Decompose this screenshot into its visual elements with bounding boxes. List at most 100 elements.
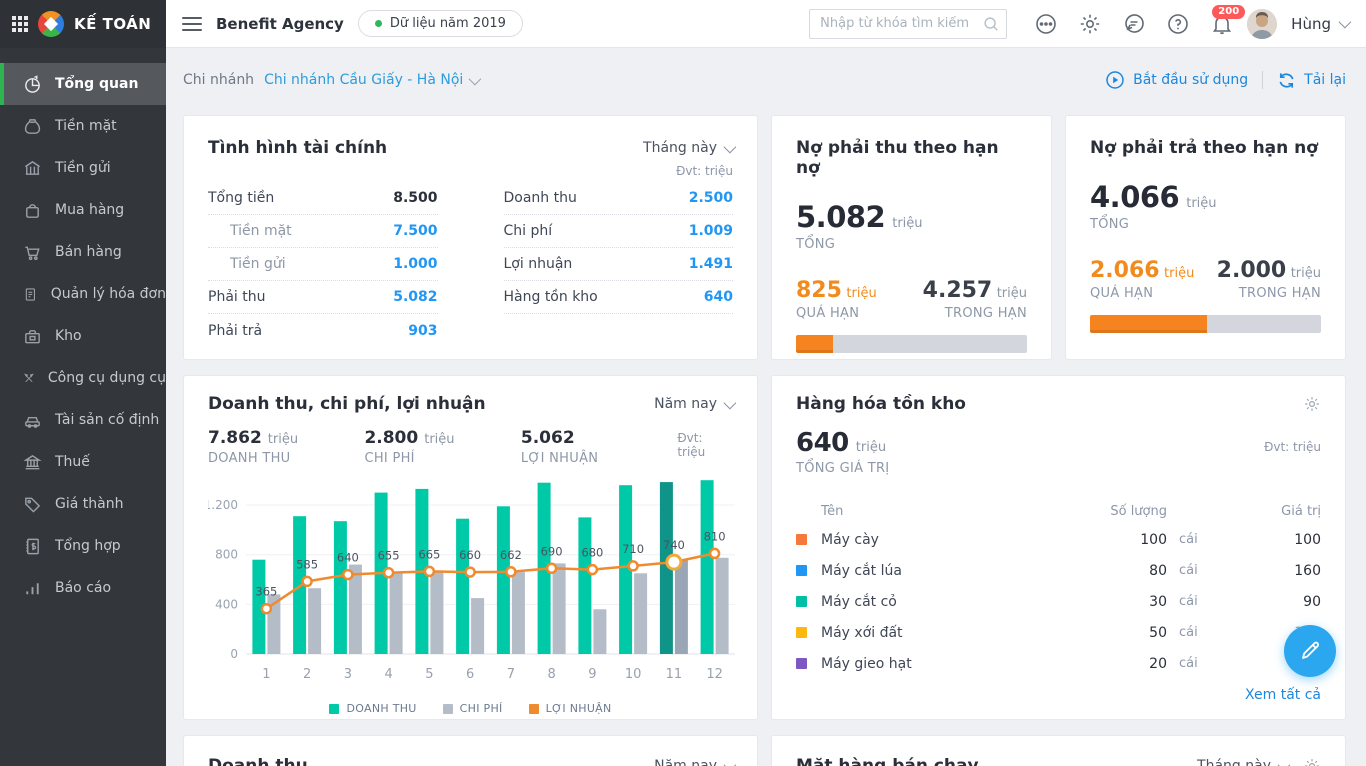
sidebar-item-warehouse[interactable]: Kho bbox=[0, 315, 166, 357]
svg-text:690: 690 bbox=[541, 544, 563, 558]
finance-row: Chi phí1.009 bbox=[504, 215, 734, 248]
chevron-down-icon bbox=[724, 758, 737, 766]
payable-total-label: TỔNG bbox=[1090, 217, 1321, 232]
user-name[interactable]: Hùng bbox=[1291, 15, 1331, 33]
unit-note: Đvt: triệu bbox=[677, 428, 733, 466]
legend-item-profit[interactable]: LỢI NHUẬN bbox=[529, 702, 612, 715]
svg-text:365: 365 bbox=[255, 585, 277, 599]
messages-button[interactable] bbox=[1115, 5, 1153, 43]
svg-text:8: 8 bbox=[547, 667, 555, 682]
branch-label: Chi nhánh bbox=[183, 72, 254, 88]
revenue-stub-title: Doanh thu bbox=[208, 756, 308, 766]
inventory-settings-button[interactable] bbox=[1303, 395, 1321, 413]
shopping-bag-icon bbox=[23, 201, 42, 220]
chart-period-dropdown[interactable]: Năm nay bbox=[654, 396, 733, 412]
revenue-expense-profit-card: Doanh thu, chi phí, lợi nhuận Năm nay 7.… bbox=[183, 375, 758, 720]
sidebar-item-reports[interactable]: Báo cáo bbox=[0, 567, 166, 609]
finance-row: Tiền mặt7.500 bbox=[208, 215, 438, 248]
finance-card-title: Tình hình tài chính bbox=[208, 138, 387, 158]
shopping-cart-icon bbox=[23, 243, 42, 262]
inventory-row[interactable]: Máy cày 100cái 100 bbox=[796, 524, 1321, 555]
sidebar-item-purchasing[interactable]: Mua hàng bbox=[0, 189, 166, 231]
inventory-row[interactable]: Máy cắt cỏ 30cái 90 bbox=[796, 586, 1321, 617]
hamburger-icon[interactable] bbox=[182, 17, 202, 31]
app-grid-icon[interactable] bbox=[12, 16, 28, 32]
legend-item-revenue[interactable]: DOANH THU bbox=[329, 702, 416, 715]
legend-swatch bbox=[443, 704, 453, 714]
sidebar-nav: Tổng quan Tiền mặt Tiền gửi Mua hàng Bán… bbox=[0, 48, 166, 609]
svg-text:5: 5 bbox=[425, 667, 433, 682]
sidebar-item-label: Kho bbox=[55, 328, 82, 344]
svg-text:1: 1 bbox=[262, 667, 270, 682]
sidebar-item-cost[interactable]: Giá thành bbox=[0, 483, 166, 525]
search-icon[interactable] bbox=[982, 15, 1000, 33]
chart-card-title: Doanh thu, chi phí, lợi nhuận bbox=[208, 394, 486, 414]
notifications-button[interactable]: 200 bbox=[1203, 5, 1241, 43]
sidebar-item-cash[interactable]: Tiền mặt bbox=[0, 105, 166, 147]
svg-text:2: 2 bbox=[303, 667, 311, 682]
pie-chart-icon bbox=[23, 75, 42, 94]
avatar[interactable] bbox=[1247, 9, 1277, 39]
sidebar-item-summary[interactable]: Tổng hợp bbox=[0, 525, 166, 567]
help-button[interactable] bbox=[1159, 5, 1197, 43]
sidebar-item-label: Giá thành bbox=[55, 496, 123, 512]
sidebar: KẾ TOÁN Tổng quan Tiền mặt Tiền gửi Mua … bbox=[0, 0, 166, 766]
svg-text:665: 665 bbox=[418, 547, 440, 561]
quick-add-button[interactable] bbox=[1284, 625, 1336, 677]
sidebar-item-sales[interactable]: Bán hàng bbox=[0, 231, 166, 273]
get-started-button[interactable]: Bắt đầu sử dụng bbox=[1105, 70, 1248, 90]
legend-item-expense[interactable]: CHI PHÍ bbox=[443, 702, 503, 715]
app-logo bbox=[38, 11, 64, 37]
bank-deposit-icon bbox=[23, 159, 42, 178]
chevron-down-icon[interactable] bbox=[1339, 16, 1352, 29]
svg-text:7: 7 bbox=[507, 667, 515, 682]
inventory-row[interactable]: Máy xới đất 50cái 150 bbox=[796, 617, 1321, 648]
sidebar-item-tax[interactable]: Thuế bbox=[0, 441, 166, 483]
sidebar-item-label: Tổng hợp bbox=[55, 538, 121, 554]
sidebar-item-fixed-assets[interactable]: Tài sản cố định bbox=[0, 399, 166, 441]
view-all-link[interactable]: Xem tất cả bbox=[1245, 687, 1321, 703]
svg-text:11: 11 bbox=[666, 667, 683, 682]
svg-text:740: 740 bbox=[663, 538, 685, 552]
bestseller-stub-period-dropdown[interactable]: Tháng này bbox=[1197, 758, 1287, 766]
inventory-total-label: TỔNG GIÁ TRỊ bbox=[796, 461, 889, 476]
sidebar-item-label: Tiền mặt bbox=[55, 118, 117, 134]
settings-button[interactable] bbox=[1071, 5, 1109, 43]
bank-columns-icon bbox=[23, 453, 42, 472]
inventory-row[interactable]: Máy gieo hạt 20cái 140 bbox=[796, 648, 1321, 679]
finance-period-dropdown[interactable]: Tháng này bbox=[643, 140, 733, 156]
inventory-row[interactable]: Máy cắt lúa 80cái 160 bbox=[796, 555, 1321, 586]
car-icon bbox=[23, 411, 42, 430]
price-tag-icon bbox=[23, 495, 42, 514]
green-dot-icon bbox=[375, 20, 382, 27]
revenue-chart[interactable]: 04008001.2003655856406556656606626906807… bbox=[208, 466, 735, 696]
sidebar-item-label: Thuế bbox=[55, 454, 90, 470]
sidebar-item-tools[interactable]: Công cụ dụng cụ bbox=[0, 357, 166, 399]
receivable-card-title: Nợ phải thu theo hạn nợ bbox=[796, 138, 1027, 178]
sidebar-item-deposits[interactable]: Tiền gửi bbox=[0, 147, 166, 189]
bestseller-settings-button[interactable] bbox=[1303, 757, 1321, 766]
company-name: Benefit Agency bbox=[216, 15, 344, 33]
search-input[interactable] bbox=[809, 9, 1007, 39]
finance-period-value: Tháng này bbox=[643, 140, 717, 156]
finance-row: Lợi nhuận1.491 bbox=[504, 248, 734, 281]
reload-button[interactable]: Tải lại bbox=[1277, 71, 1346, 90]
sidebar-item-label: Tiền gửi bbox=[55, 160, 111, 176]
sidebar-item-label: Tài sản cố định bbox=[55, 412, 159, 428]
data-year-pill[interactable]: Dữ liệu năm 2019 bbox=[358, 10, 523, 37]
sidebar-item-label: Mua hàng bbox=[55, 202, 124, 218]
divider bbox=[1262, 71, 1263, 89]
sidebar-item-invoices[interactable]: Quản lý hóa đơn bbox=[0, 273, 166, 315]
dashboard-content: Chi nhánh Chi nhánh Cầu Giấy - Hà Nội Bắ… bbox=[166, 48, 1366, 766]
svg-text:0: 0 bbox=[230, 647, 238, 661]
finance-row: Phải trả903 bbox=[208, 314, 438, 347]
finance-right-column: Doanh thu2.500 Chi phí1.009 Lợi nhuận1.4… bbox=[504, 182, 734, 347]
branch-selector[interactable]: Chi nhánh Cầu Giấy - Hà Nội bbox=[264, 72, 478, 88]
gear-icon bbox=[1078, 12, 1102, 36]
search-box bbox=[809, 9, 1007, 39]
stat-expense: 2.800triệu CHI PHÍ bbox=[364, 428, 520, 466]
revenue-stub-period-dropdown[interactable]: Năm nay bbox=[654, 758, 733, 766]
sidebar-item-overview[interactable]: Tổng quan bbox=[0, 63, 166, 105]
more-options-button[interactable] bbox=[1027, 5, 1065, 43]
reload-label: Tải lại bbox=[1304, 72, 1346, 88]
